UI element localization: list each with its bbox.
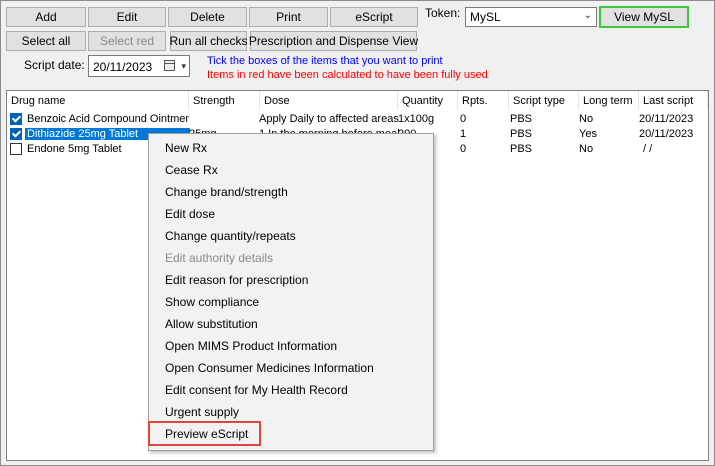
row-checkbox[interactable] bbox=[10, 128, 22, 140]
view-mysl-button[interactable]: View MySL bbox=[599, 6, 689, 28]
script-type-cell: PBS bbox=[510, 113, 533, 125]
print-button[interactable]: Print bbox=[249, 7, 328, 27]
menu-item-urgent-supply[interactable]: Urgent supply bbox=[165, 405, 239, 419]
column-header-script-type[interactable]: Script type bbox=[509, 91, 579, 110]
preview-escript-highlight bbox=[148, 421, 261, 446]
prescription-dispense-view-button[interactable]: Prescription and Dispense View bbox=[249, 31, 418, 51]
print-hint-text: Tick the boxes of the items that you wan… bbox=[207, 55, 443, 67]
column-header-last-script[interactable]: Last script bbox=[639, 91, 708, 110]
escript-button[interactable]: eScript bbox=[330, 7, 418, 27]
select-all-button[interactable]: Select all bbox=[6, 31, 86, 51]
column-header-repeats[interactable]: Rpts. bbox=[458, 91, 509, 110]
repeats-cell: 0 bbox=[460, 143, 467, 155]
script-date-value: 20/11/2023 bbox=[93, 60, 153, 74]
menu-item-allow-substitution[interactable]: Allow substitution bbox=[165, 317, 258, 331]
repeats-cell: 1 bbox=[460, 128, 467, 140]
row-checkbox[interactable] bbox=[10, 113, 22, 125]
long-term-cell: No bbox=[579, 113, 594, 125]
dose-cell: Apply Daily to affected areas. bbox=[259, 113, 399, 125]
chevron-down-icon: ▾ bbox=[181, 61, 186, 71]
token-dropdown[interactable]: MySL ⌄ bbox=[465, 7, 597, 27]
column-header-strength[interactable]: Strength bbox=[189, 91, 260, 110]
script-type-cell: PBS bbox=[510, 128, 533, 140]
menu-item-new-rx[interactable]: New Rx bbox=[165, 141, 207, 155]
menu-item-edit-consent[interactable]: Edit consent for My Health Record bbox=[165, 383, 348, 397]
chevron-down-icon: ⌄ bbox=[583, 10, 592, 21]
calendar-icon bbox=[164, 60, 175, 71]
quantity-cell: 1x100g bbox=[398, 113, 435, 125]
fully-used-hint-text: Items in red have been calculated to hav… bbox=[207, 69, 488, 81]
menu-item-edit-dose[interactable]: Edit dose bbox=[165, 207, 215, 221]
column-header-dose[interactable]: Dose bbox=[260, 91, 398, 110]
row-checkbox[interactable] bbox=[10, 143, 22, 155]
menu-item-edit-authority-details[interactable]: Edit authority details bbox=[165, 251, 273, 265]
drug-name-cell: Benzoic Acid Compound Ointment bbox=[27, 113, 189, 125]
token-label: Token: bbox=[425, 6, 461, 20]
menu-item-open-cmi[interactable]: Open Consumer Medicines Information bbox=[165, 361, 374, 375]
menu-item-change-brand-strength[interactable]: Change brand/strength bbox=[165, 185, 288, 199]
menu-item-edit-reason[interactable]: Edit reason for prescription bbox=[165, 273, 308, 287]
script-date-picker[interactable]: 20/11/2023 ▾ bbox=[88, 55, 190, 77]
delete-button[interactable]: Delete bbox=[168, 7, 247, 27]
table-row[interactable]: Benzoic Acid Compound Ointment Apply Dai… bbox=[7, 112, 708, 127]
last-script-cell: 20/11/2023 bbox=[639, 128, 694, 140]
long-term-cell: Yes bbox=[579, 128, 597, 140]
last-script-cell: 20/11/2023 bbox=[639, 113, 694, 125]
menu-item-open-mims[interactable]: Open MIMS Product Information bbox=[165, 339, 337, 353]
last-script-cell: / / bbox=[643, 143, 653, 155]
column-header-drug-name[interactable]: Drug name bbox=[7, 91, 189, 110]
select-red-button[interactable]: Select red bbox=[88, 31, 166, 51]
repeats-cell: 0 bbox=[460, 113, 467, 125]
edit-button[interactable]: Edit bbox=[88, 7, 166, 27]
long-term-cell: No bbox=[579, 143, 594, 155]
menu-item-change-quantity-repeats[interactable]: Change quantity/repeats bbox=[165, 229, 296, 243]
script-date-label: Script date: bbox=[24, 58, 85, 72]
column-header-quantity[interactable]: Quantity bbox=[398, 91, 458, 110]
column-header-long-term[interactable]: Long term bbox=[579, 91, 639, 110]
context-menu: New Rx Cease Rx Change brand/strength Ed… bbox=[148, 133, 434, 451]
token-value: MySL bbox=[470, 10, 501, 24]
menu-item-show-compliance[interactable]: Show compliance bbox=[165, 295, 259, 309]
add-button[interactable]: Add bbox=[6, 7, 86, 27]
menu-item-cease-rx[interactable]: Cease Rx bbox=[165, 163, 218, 177]
script-type-cell: PBS bbox=[510, 143, 533, 155]
run-all-checks-button[interactable]: Run all checks bbox=[169, 31, 248, 51]
